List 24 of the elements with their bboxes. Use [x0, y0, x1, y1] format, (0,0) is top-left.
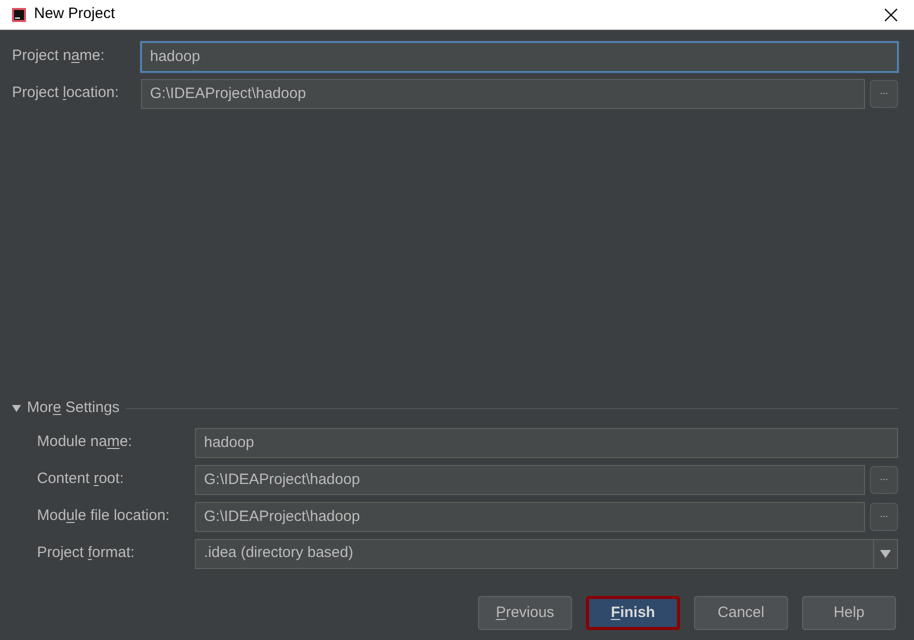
text-field[interactable]: hadoop: [141, 42, 898, 72]
field-label: Project format:: [37, 543, 136, 564]
field-label: Module name:: [37, 432, 134, 452]
window-title: New Project: [34, 4, 116, 24]
text-field[interactable]: G:\IDEAProject\hadoop: [195, 464, 865, 494]
app-icon: [12, 8, 26, 22]
text-field[interactable]: G:\IDEAProject\hadoop: [195, 502, 865, 532]
field-label: Project location:: [12, 83, 120, 104]
close-icon[interactable]: [884, 8, 898, 22]
field-label: Project name:: [12, 46, 106, 66]
browse-button[interactable]: ...: [870, 80, 898, 108]
dropdown-field[interactable]: .idea (directory based): [195, 538, 898, 568]
field-label: Module file location:: [37, 506, 171, 526]
dialog-button[interactable]: Help: [802, 596, 896, 630]
dialog-button[interactable]: Previous: [478, 596, 572, 630]
text-field[interactable]: G:\IDEAProject\hadoop: [141, 78, 865, 108]
more-settings-toggle[interactable]: More Settings: [27, 396, 120, 420]
triangle-icon[interactable]: [12, 404, 21, 412]
dialog-button[interactable]: Cancel: [694, 596, 788, 630]
browse-button[interactable]: ...: [870, 466, 898, 494]
text-field[interactable]: hadoop: [195, 428, 898, 458]
browse-button[interactable]: ...: [870, 502, 898, 530]
field-label: Content root:: [37, 469, 125, 490]
dialog-button[interactable]: Finish: [586, 596, 680, 630]
